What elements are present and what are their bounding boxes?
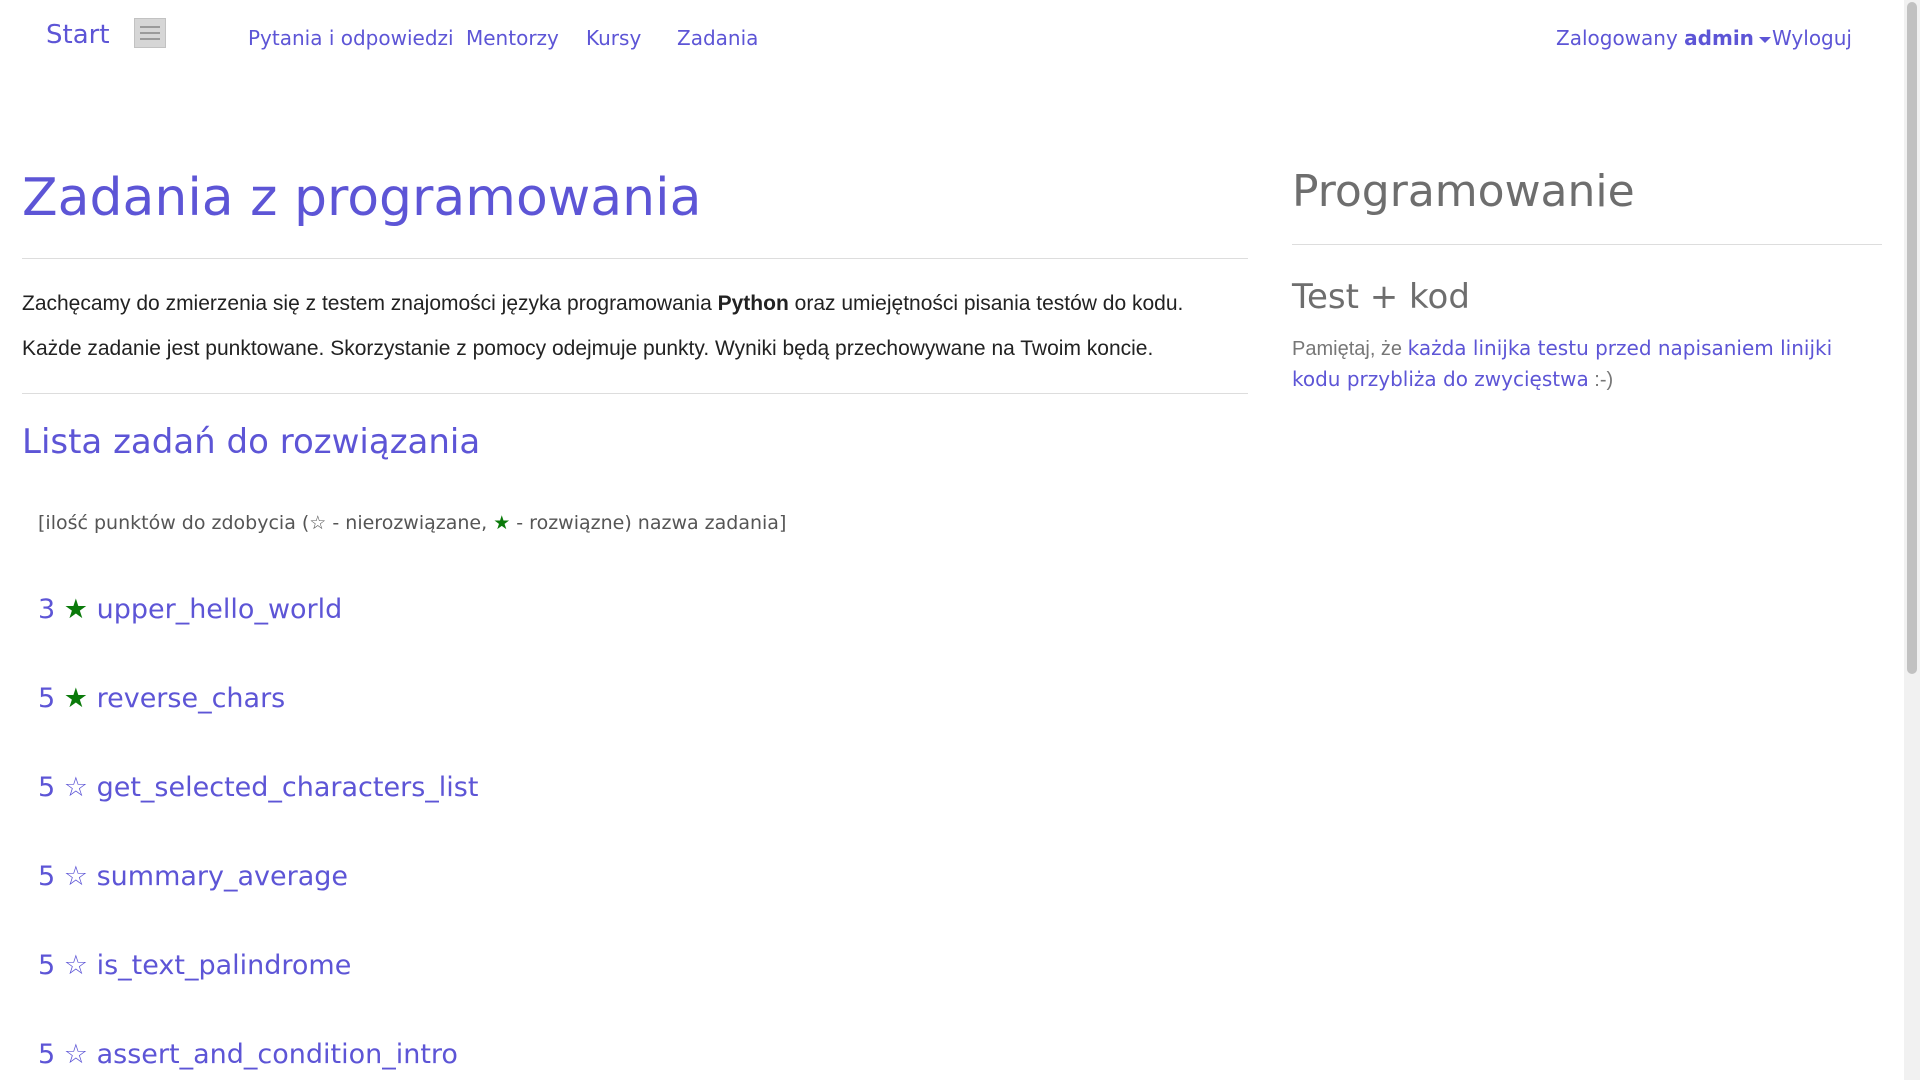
page-title: Zadania z programowania — [22, 168, 702, 228]
task-points: 5 — [38, 950, 56, 981]
scrollbar-thumb[interactable] — [1907, 2, 1917, 674]
open-star-icon: ☆ — [63, 861, 88, 892]
sidebar-subtitle: Test + kod — [1292, 277, 1470, 317]
task-points: 3 — [38, 594, 56, 625]
nav-item-courses[interactable]: Kursy — [586, 26, 641, 50]
username: admin — [1684, 26, 1754, 50]
legend-text: [ilość punktów do zdobycia ( — [38, 512, 310, 534]
nav-item-qa[interactable]: Pytania i odpowiedzi — [248, 26, 454, 50]
task-name: upper_hello_world — [96, 594, 343, 625]
intro-text-part: Zachęcamy do zmierzenia się z testem zna… — [22, 292, 712, 315]
intro-text-part: oraz umiejętności pisania testów do kodu… — [794, 292, 1184, 315]
list-item[interactable]: 5 ☆ get_selected_characters_list — [38, 772, 478, 803]
list-item[interactable]: 5 ☆ is_text_palindrome — [38, 950, 351, 981]
user-menu-dropdown[interactable]: Zalogowany admin — [1556, 26, 1771, 50]
caret-down-icon — [1758, 36, 1771, 43]
nav-item-mentors[interactable]: Mentorzy — [466, 26, 559, 50]
task-name: is_text_palindrome — [96, 950, 352, 981]
sidebar-text: Pamiętaj, że każda linijka testu przed n… — [1292, 333, 1882, 395]
open-star-icon: ☆ — [63, 950, 88, 981]
intro-paragraph-2: Każde zadanie jest punktowane. Skorzysta… — [22, 337, 1154, 360]
legend-text: - nierozwiązane, — [332, 512, 488, 534]
list-item[interactable]: 5 ☆ assert_and_condition_intro — [38, 1039, 458, 1070]
sidebar-text-part: :-) — [1594, 369, 1614, 391]
top-navbar: Start Pytania i odpowiedzi Mentorzy Kurs… — [0, 0, 1904, 78]
intro-paragraph-1: Zachęcamy do zmierzenia się z testem zna… — [22, 281, 1248, 326]
intro-text: Zachęcamy do zmierzenia się z testem zna… — [22, 281, 1248, 371]
task-name: summary_average — [96, 861, 349, 892]
sidebar-title: Programowanie — [1292, 166, 1635, 217]
task-list-legend: [ilość punktów do zdobycia (☆ - nierozwi… — [38, 512, 786, 534]
task-name: reverse_chars — [96, 683, 286, 714]
python-bold: Python — [717, 292, 789, 315]
nav-brand-start[interactable]: Start — [46, 20, 110, 50]
task-points: 5 — [38, 1039, 56, 1070]
solved-star-icon: ★ — [493, 512, 511, 534]
sidebar-text-part: Pamiętaj, że — [1292, 338, 1403, 360]
main-content: Zadania z programowania Zachęcamy do zmi… — [22, 150, 1248, 466]
legend-text: - rozwiązne) nazwa zadania] — [516, 512, 787, 534]
solved-star-icon: ★ — [63, 594, 88, 625]
task-name: get_selected_characters_list — [96, 772, 479, 803]
list-item[interactable]: 5 ★ reverse_chars — [38, 683, 285, 714]
task-list-title: Lista zadań do rozwiązania — [22, 422, 481, 462]
list-item[interactable]: 3 ★ upper_hello_world — [38, 594, 342, 625]
sidebar: Programowanie Test + kod Pamiętaj, że ka… — [1292, 160, 1882, 395]
divider — [22, 393, 1248, 394]
nav-item-tasks[interactable]: Zadania — [677, 26, 758, 50]
task-points: 5 — [38, 861, 56, 892]
solved-star-icon: ★ — [63, 683, 88, 714]
open-star-icon: ☆ — [63, 1039, 88, 1070]
open-star-icon: ☆ — [309, 512, 327, 534]
hamburger-menu-icon[interactable] — [134, 18, 166, 48]
task-points: 5 — [38, 772, 56, 803]
vertical-scrollbar[interactable] — [1904, 0, 1920, 1080]
task-name: assert_and_condition_intro — [96, 1039, 458, 1070]
divider — [22, 258, 1248, 259]
divider — [1292, 244, 1882, 245]
list-item[interactable]: 5 ☆ summary_average — [38, 861, 348, 892]
open-star-icon: ☆ — [63, 772, 88, 803]
logout-link[interactable]: Wyloguj — [1772, 26, 1852, 50]
task-points: 5 — [38, 683, 56, 714]
logged-in-label: Zalogowany — [1556, 26, 1678, 50]
